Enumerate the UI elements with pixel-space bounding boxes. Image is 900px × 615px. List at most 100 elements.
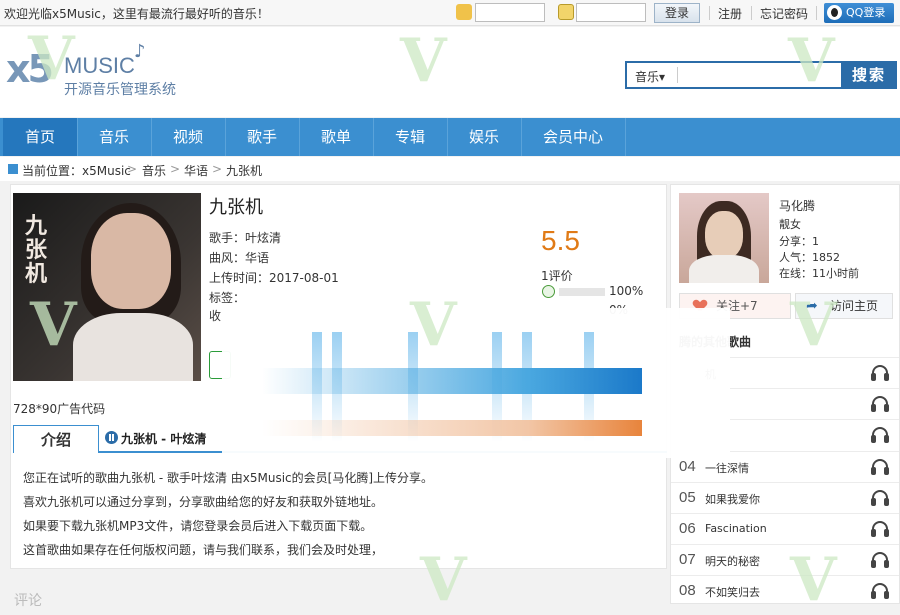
nav-item-video[interactable]: 视频 bbox=[151, 118, 225, 156]
pause-icon bbox=[105, 431, 118, 444]
breadcrumb-separator: > bbox=[170, 162, 181, 176]
breadcrumb-prefix[interactable]: 当前位置：x5Music bbox=[22, 162, 131, 179]
song-title: 九张机 bbox=[209, 197, 263, 218]
song-number: 07 bbox=[679, 551, 696, 568]
song-score: 5.5 bbox=[541, 225, 580, 256]
breadcrumb-separator: > bbox=[212, 162, 223, 176]
uploader-shares: 分享：1 bbox=[779, 235, 819, 248]
loading-overlay bbox=[222, 308, 730, 458]
song-number: 04 bbox=[679, 458, 696, 475]
headphone-icon[interactable] bbox=[871, 396, 889, 412]
comments-heading: 评论 bbox=[14, 593, 42, 609]
song-name: 如果我爱你 bbox=[705, 493, 760, 506]
avatar-body bbox=[689, 255, 759, 283]
visit-homepage-button[interactable]: ➦ 访问主页 bbox=[795, 293, 893, 319]
headphone-icon[interactable] bbox=[871, 583, 889, 599]
avatar-face bbox=[705, 211, 743, 259]
nav-item-home[interactable]: 首页 bbox=[3, 118, 77, 156]
song-name: 不如笑归去 bbox=[705, 586, 760, 599]
list-item[interactable]: 07 明天的秘密 bbox=[671, 544, 899, 575]
song-number: 06 bbox=[679, 520, 696, 537]
intro-line: 喜欢九张机可以通过分享到，分享歌曲给您的好友和获取外链地址。 bbox=[23, 495, 384, 509]
song-name: 一往深情 bbox=[705, 462, 749, 475]
visit-label: 访问主页 bbox=[830, 299, 879, 313]
user-icon bbox=[456, 4, 472, 20]
intro-line: 如果要下载九张机MP3文件，请您登录会员后进入下载页面下载。 bbox=[23, 519, 373, 533]
logo-x5: x5 bbox=[6, 47, 54, 91]
breadcrumb-current: 九张机 bbox=[226, 164, 263, 178]
search-button[interactable]: 搜索 bbox=[841, 61, 897, 89]
cover-face bbox=[91, 213, 171, 309]
song-number: 08 bbox=[679, 582, 696, 599]
uploader-gender: 靓女 bbox=[779, 218, 801, 231]
logo-subtitle: 开源音乐管理系统 bbox=[64, 82, 176, 98]
song-collect[interactable]: 收 bbox=[209, 307, 221, 324]
site-logo[interactable]: x5 MUSIC ♪ 开源音乐管理系统 bbox=[6, 41, 176, 107]
tab-song-label: 九张机 - 叶炫清 bbox=[121, 432, 207, 446]
list-item[interactable]: 05 如果我爱你 bbox=[671, 482, 899, 513]
headphone-icon[interactable] bbox=[871, 490, 889, 506]
divider bbox=[816, 6, 817, 20]
divider bbox=[751, 6, 752, 20]
top-bar: 欢迎光临x5Music，这里有最流行最好听的音乐！ 登录 注册 忘记密码 QQ登… bbox=[0, 0, 900, 26]
welcome-text: 欢迎光临x5Music，这里有最流行最好听的音乐！ bbox=[4, 7, 269, 21]
share-arrow-icon: ➦ bbox=[806, 298, 818, 314]
headphone-icon[interactable] bbox=[871, 552, 889, 568]
song-upload-time: 上传时间：2017-08-01 bbox=[209, 271, 339, 285]
nav-item-albums[interactable]: 专辑 bbox=[373, 118, 447, 156]
search-box: 音乐▾ 搜索 bbox=[625, 61, 897, 89]
search-input[interactable] bbox=[683, 65, 833, 85]
nav-item-entertainment[interactable]: 娱乐 bbox=[447, 118, 521, 156]
review-count: 1评价 bbox=[541, 269, 573, 283]
headphone-icon[interactable] bbox=[871, 427, 889, 443]
uploader-name[interactable]: 马化腾 bbox=[779, 197, 815, 214]
song-genre: 曲风：华语 bbox=[209, 251, 270, 265]
uploader-online: 在线：11小时前 bbox=[779, 267, 859, 280]
divider bbox=[709, 6, 710, 20]
uploader-avatar[interactable] bbox=[679, 193, 769, 283]
qq-icon bbox=[827, 5, 842, 20]
breadcrumb-item[interactable]: 音乐 bbox=[142, 162, 166, 179]
album-cover[interactable]: 九张机 bbox=[13, 193, 201, 381]
overlay-stripe bbox=[262, 368, 642, 394]
song-tags: 标签： bbox=[209, 291, 246, 305]
ad-code: 728*90广告代码 bbox=[13, 402, 106, 416]
username-input[interactable] bbox=[475, 3, 545, 22]
divider bbox=[677, 67, 678, 83]
header: x5 MUSIC ♪ 开源音乐管理系统 音乐▾ 搜索 bbox=[0, 27, 900, 117]
intro-line: 您正在试听的歌曲九张机 - 歌手叶炫清 由x5Music的会员[马化腾]上传分享… bbox=[23, 471, 434, 485]
logo-music: MUSIC bbox=[64, 53, 135, 78]
main-nav: 首页 音乐 视频 歌手 歌单 专辑 娱乐 会员中心 bbox=[0, 118, 900, 156]
nav-item-playlists[interactable]: 歌单 bbox=[299, 118, 373, 156]
breadcrumb: 当前位置：x5Music > 音乐 > 华语 > 九张机 bbox=[0, 157, 900, 181]
divider bbox=[625, 118, 626, 156]
headphone-icon[interactable] bbox=[871, 459, 889, 475]
forgot-password-link[interactable]: 忘记密码 bbox=[760, 5, 808, 22]
home-icon bbox=[8, 164, 18, 174]
music-note-icon: ♪ bbox=[134, 41, 146, 62]
headphone-icon[interactable] bbox=[871, 365, 889, 381]
cover-title: 九张机 bbox=[25, 214, 48, 287]
song-number: 05 bbox=[679, 489, 696, 506]
login-button[interactable]: 登录 bbox=[654, 3, 700, 23]
intro-line: 这首歌曲如果存在任何版权问题，请与我们联系，我们会及时处理， bbox=[23, 543, 384, 557]
song-name: 明天的秘密 bbox=[705, 555, 760, 568]
tab-intro[interactable]: 介绍 bbox=[13, 425, 99, 453]
list-item[interactable]: 06 Fascination bbox=[671, 513, 899, 544]
headphone-icon[interactable] bbox=[871, 521, 889, 537]
song-singer[interactable]: 歌手：叶炫清 bbox=[209, 229, 281, 246]
nav-item-music[interactable]: 音乐 bbox=[77, 118, 151, 156]
rating-good-percent: 100% bbox=[609, 284, 644, 298]
lock-icon bbox=[558, 4, 574, 20]
qq-login-button[interactable]: QQ登录 bbox=[824, 3, 894, 23]
register-link[interactable]: 注册 bbox=[718, 5, 742, 22]
search-category-select[interactable]: 音乐▾ bbox=[635, 68, 665, 85]
nav-item-member-center[interactable]: 会员中心 bbox=[521, 118, 625, 156]
nav-item-singers[interactable]: 歌手 bbox=[225, 118, 299, 156]
breadcrumb-separator: > bbox=[127, 162, 138, 176]
list-item[interactable]: 08 不如笑归去 bbox=[671, 575, 899, 606]
song-name: Fascination bbox=[705, 522, 767, 535]
password-input[interactable] bbox=[576, 3, 646, 22]
breadcrumb-item[interactable]: 华语 bbox=[184, 162, 208, 179]
tab-song-player[interactable]: 九张机 - 叶炫清 bbox=[105, 430, 206, 447]
